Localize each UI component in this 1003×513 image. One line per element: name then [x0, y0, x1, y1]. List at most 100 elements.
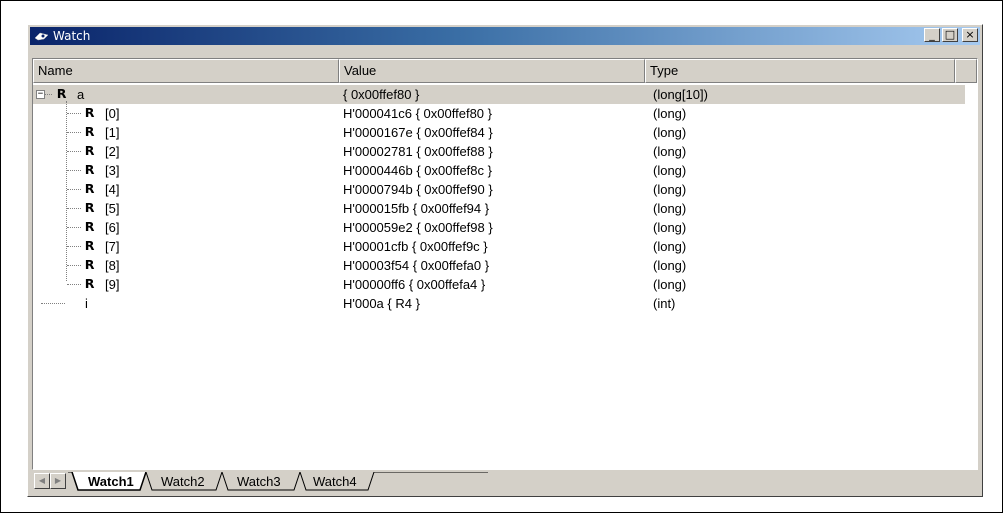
- tab-watch4[interactable]: Watch4: [313, 474, 357, 489]
- watch-grid[interactable]: Name Value Type − R a { 0x00ffef80 } (lo…: [32, 58, 978, 470]
- register-icon: R: [84, 277, 95, 291]
- column-header-type[interactable]: Type: [645, 59, 955, 83]
- tree-line: [41, 303, 65, 304]
- table-row[interactable]: − R a { 0x00ffef80 } (long[10]): [33, 85, 965, 104]
- register-icon: R: [84, 201, 95, 215]
- collapse-icon[interactable]: −: [36, 90, 45, 99]
- value-cell: H'00000ff6 { 0x00ffefa4 }: [343, 277, 486, 292]
- tree-line: [45, 94, 52, 95]
- type-cell: (long): [653, 182, 687, 197]
- column-header-name[interactable]: Name: [33, 59, 339, 83]
- value-cell: H'00003f54 { 0x00ffefa0 }: [343, 258, 490, 273]
- value-cell: H'000a { R4 }: [343, 296, 420, 311]
- table-row[interactable]: i H'000a { R4 } (int): [33, 294, 977, 313]
- type-cell: (long): [653, 106, 687, 121]
- tree-line: [67, 208, 81, 209]
- column-header-value[interactable]: Value: [339, 59, 645, 83]
- minimize-icon: _: [929, 28, 935, 41]
- variable-name: [5]: [105, 201, 120, 216]
- register-icon: R: [84, 125, 95, 139]
- register-icon: R: [84, 182, 95, 196]
- variable-name: [3]: [105, 163, 120, 178]
- type-cell: (int): [653, 296, 676, 311]
- variable-name: [8]: [105, 258, 120, 273]
- tree-line: [67, 132, 81, 133]
- tab-watch3[interactable]: Watch3: [237, 474, 281, 489]
- type-cell: (long): [653, 201, 687, 216]
- table-row[interactable]: R [5] H'000015fb { 0x00ffef94 } (long): [33, 199, 977, 218]
- register-icon: R: [84, 258, 95, 272]
- table-row[interactable]: R [9] H'00000ff6 { 0x00ffefa4 } (long): [33, 275, 977, 294]
- tab-bar: ◀ ▶ Watch1 Watch2 Watch3 Watch4: [32, 472, 978, 492]
- type-cell: (long): [653, 163, 687, 178]
- variable-name: [9]: [105, 277, 120, 292]
- name-cell: − R a: [33, 85, 339, 104]
- register-icon: R: [84, 106, 95, 120]
- name-cell: R [5]: [33, 199, 339, 218]
- close-button[interactable]: ×: [962, 28, 978, 42]
- type-cell: (long): [653, 258, 687, 273]
- title-bar[interactable]: Watch _ □ ×: [30, 27, 980, 45]
- tab-watch1[interactable]: Watch1: [88, 474, 134, 489]
- name-cell: R [3]: [33, 161, 339, 180]
- tree-line: [67, 170, 81, 171]
- tab-scroll-right-button[interactable]: ▶: [50, 473, 66, 489]
- tree-line: [67, 284, 81, 285]
- name-cell: R [7]: [33, 237, 339, 256]
- value-cell: H'0000167e { 0x00ffef84 }: [343, 125, 493, 140]
- variable-name: [6]: [105, 220, 120, 235]
- minimize-button[interactable]: _: [924, 28, 940, 42]
- register-icon: R: [84, 220, 95, 234]
- variable-name: a: [77, 87, 85, 102]
- type-cell: (long): [653, 239, 687, 254]
- variable-name: [7]: [105, 239, 120, 254]
- tree-line: [67, 113, 81, 114]
- name-cell: R [8]: [33, 256, 339, 275]
- name-cell: R [4]: [33, 180, 339, 199]
- screenshot-frame: Watch _ □ × Name Value Type − R a {0x00…: [0, 0, 1003, 513]
- register-icon: R: [84, 163, 95, 177]
- tree-line: [67, 246, 81, 247]
- name-cell: R [9]: [33, 275, 339, 294]
- tree-line: [67, 227, 81, 228]
- tab-watch2[interactable]: Watch2: [161, 474, 205, 489]
- value-cell: H'000041c6 { 0x00ffef80 }: [343, 106, 492, 121]
- register-icon: R: [84, 144, 95, 158]
- tree-line: [67, 151, 81, 152]
- value-cell: H'000059e2 { 0x00ffef98 }: [343, 220, 493, 235]
- name-cell: R [1]: [33, 123, 339, 142]
- tree-line: [67, 189, 81, 190]
- table-row[interactable]: R [6] H'000059e2 { 0x00ffef98 } (long): [33, 218, 977, 237]
- name-cell: i: [33, 294, 339, 313]
- value-cell: H'00002781 { 0x00ffef88 }: [343, 144, 493, 159]
- table-row[interactable]: R [3] H'0000446b { 0x00ffef8c } (long): [33, 161, 977, 180]
- rows-container: − R a { 0x00ffef80 } (long[10]) R [0] H'…: [33, 85, 977, 313]
- table-row[interactable]: R [8] H'00003f54 { 0x00ffefa0 } (long): [33, 256, 977, 275]
- table-row[interactable]: R [7] H'00001cfb { 0x00ffef9c } (long): [33, 237, 977, 256]
- name-cell: R [2]: [33, 142, 339, 161]
- close-icon: ×: [965, 28, 975, 41]
- column-header: Name Value Type: [33, 59, 977, 83]
- type-cell: (long): [653, 125, 687, 140]
- value-cell: H'000015fb { 0x00ffef94 }: [343, 201, 490, 216]
- watch-app-icon: [34, 32, 49, 41]
- value-cell: H'0000446b { 0x00ffef8c }: [343, 163, 492, 178]
- maximize-button[interactable]: □: [942, 28, 958, 42]
- table-row[interactable]: R [4] H'0000794b { 0x00ffef90 } (long): [33, 180, 977, 199]
- value-cell: H'0000794b { 0x00ffef90 }: [343, 182, 493, 197]
- tree-line: [67, 265, 81, 266]
- watch-window: Watch _ □ × Name Value Type − R a {0x00…: [27, 24, 983, 497]
- type-cell: (long): [653, 144, 687, 159]
- name-cell: R [0]: [33, 104, 339, 123]
- maximize-icon: □: [944, 28, 956, 41]
- table-row[interactable]: R [2] H'00002781 { 0x00ffef88 } (long): [33, 142, 977, 161]
- table-row[interactable]: R [0] H'000041c6 { 0x00ffef80 } (long): [33, 104, 977, 123]
- tab-scroll-left-button[interactable]: ◀: [34, 473, 50, 489]
- variable-name: [1]: [105, 125, 120, 140]
- value-cell: H'00001cfb { 0x00ffef9c }: [343, 239, 488, 254]
- window-title: Watch: [53, 29, 91, 43]
- table-row[interactable]: R [1] H'0000167e { 0x00ffef84 } (long): [33, 123, 977, 142]
- register-icon: R: [84, 239, 95, 253]
- value-cell: { 0x00ffef80 }: [343, 87, 420, 102]
- type-cell: (long[10]): [653, 87, 708, 102]
